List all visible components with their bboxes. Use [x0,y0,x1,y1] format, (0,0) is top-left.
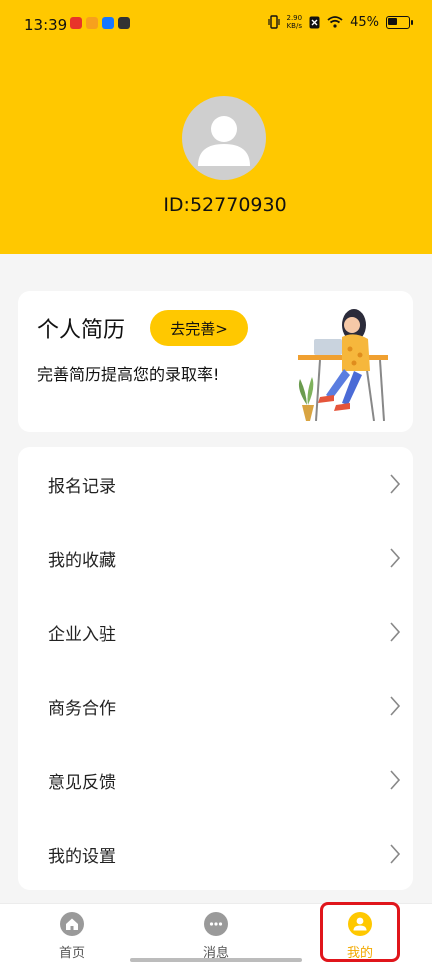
chevron-right-icon [390,844,401,864]
menu-item-label: 商务合作 [48,698,116,719]
menu-item-signup-records[interactable]: 报名记录 [18,447,413,521]
chevron-right-icon [390,696,401,716]
app-notification-icon [86,17,98,29]
complete-resume-button[interactable]: 去完善> [150,310,248,346]
status-right: 2.90 KB/s 45% [267,14,413,30]
tab-label: 首页 [58,946,85,961]
net-speed: 2.90 KB/s [287,14,303,30]
resume-card[interactable]: 个人简历 去完善> 完善简历提高您的录取率! [18,291,413,432]
net-speed-unit: KB/s [286,22,302,30]
menu-item-label: 企业入驻 [48,624,116,645]
no-sim-icon [309,16,320,28]
menu-item-settings[interactable]: 我的设置 [18,817,413,891]
home-icon [60,912,84,936]
menu-list: 报名记录 我的收藏 企业入驻 商务合作 意见反馈 我的设置 [18,447,413,890]
chevron-right-icon [390,548,401,568]
wifi-icon [327,16,343,28]
status-bar: 13:39 2.90 KB/s 45% [0,0,432,52]
tab-home[interactable]: 首页 [22,904,122,965]
home-indicator [130,958,302,962]
menu-item-label: 我的收藏 [48,550,116,571]
tab-messages[interactable]: 消息 [166,904,266,965]
user-icon [198,116,250,166]
vibrate-icon [267,15,280,29]
notification-icons [70,17,130,29]
chevron-right-icon [390,622,401,642]
menu-item-feedback[interactable]: 意见反馈 [18,743,413,817]
menu-item-label: 我的设置 [48,846,116,867]
menu-item-favorites[interactable]: 我的收藏 [18,521,413,595]
net-speed-value: 2.90 [286,14,303,22]
resume-subtitle: 完善简历提高您的录取率! [37,365,220,384]
status-time: 13:39 [24,16,68,34]
chevron-right-icon [390,770,401,790]
tab-highlight-box [320,902,400,962]
battery-icon [386,15,413,29]
resume-title: 个人简历 [37,318,126,343]
resume-illustration [298,309,388,421]
app-notification-icon [70,17,82,29]
menu-item-enterprise-join[interactable]: 企业入驻 [18,595,413,669]
message-icon [204,912,228,936]
avatar[interactable] [182,96,266,180]
alipay-icon [102,17,114,29]
mail-icon [118,17,130,29]
profile-header: 13:39 2.90 KB/s 45% ID:52770930 [0,0,432,254]
battery-percent: 45% [350,14,379,30]
chevron-right-icon [390,474,401,494]
menu-item-business-cooperation[interactable]: 商务合作 [18,669,413,743]
user-id: ID:52770930 [163,194,287,216]
menu-item-label: 意见反馈 [48,772,116,793]
menu-item-label: 报名记录 [48,476,116,497]
